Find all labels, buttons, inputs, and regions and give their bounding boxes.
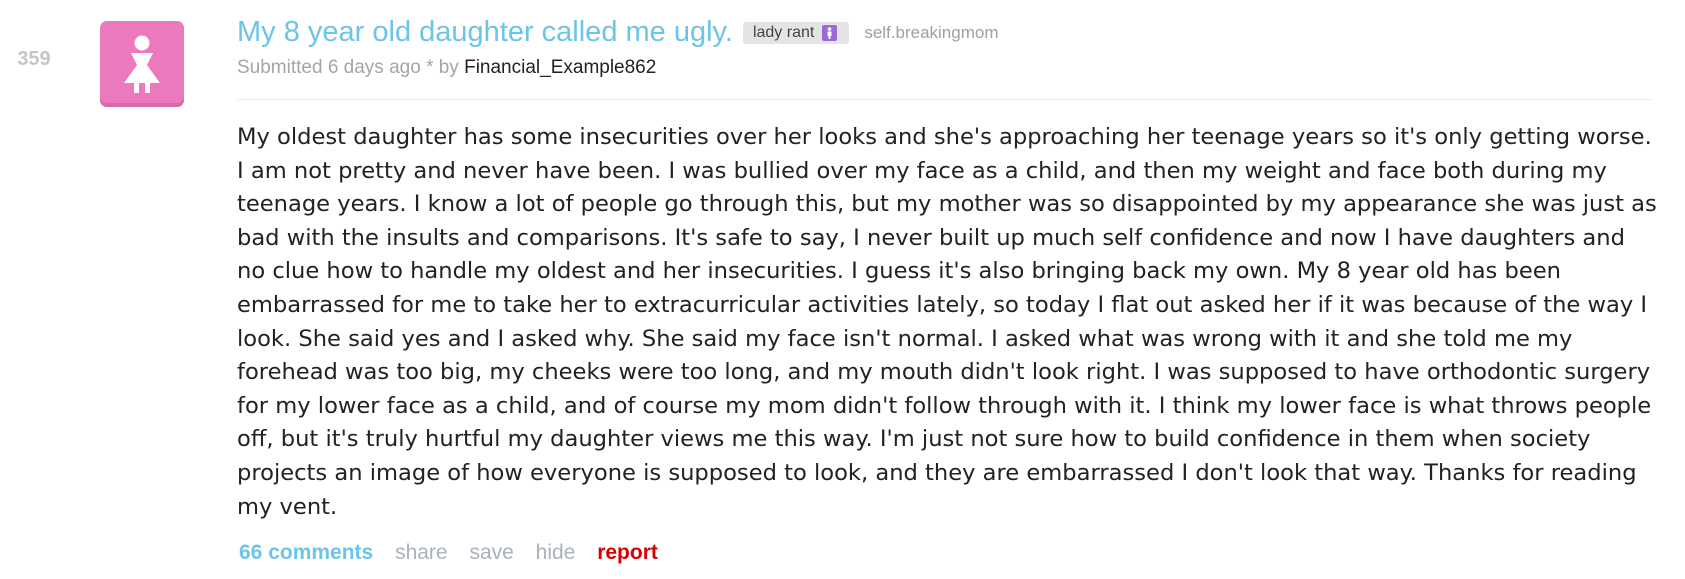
- save-button[interactable]: save: [469, 541, 513, 564]
- comments-link[interactable]: 66 comments: [239, 541, 373, 564]
- post-entry: 359 My 8 year old daughter called me ugl…: [0, 0, 1685, 579]
- title-line: My 8 year old daughter called me ugly. l…: [237, 16, 999, 49]
- report-button[interactable]: report: [597, 541, 658, 564]
- woman-figure-icon: [124, 35, 160, 93]
- share-button[interactable]: share: [395, 541, 448, 564]
- post-actions: 66 comments share save hide report: [239, 541, 674, 565]
- divider: [237, 99, 1652, 100]
- vote-score: 359: [17, 48, 51, 70]
- post-title-link[interactable]: My 8 year old daughter called me ugly.: [237, 16, 733, 49]
- author-link[interactable]: Financial_Example862: [464, 57, 656, 78]
- post-tagline: Submitted 6 days ago * by Financial_Exam…: [237, 57, 656, 79]
- hide-button[interactable]: hide: [536, 541, 576, 564]
- post-thumbnail[interactable]: [100, 21, 184, 107]
- woman-figure-icon: [822, 24, 838, 41]
- post-body: My oldest daughter has some insecurities…: [237, 124, 1657, 520]
- post-domain-link[interactable]: self.breakingmom: [864, 23, 998, 43]
- tagline-prefix: Submitted 6 days ago * by: [237, 57, 465, 78]
- post-flair: lady rant: [742, 21, 850, 44]
- flair-label: lady rant: [752, 23, 815, 41]
